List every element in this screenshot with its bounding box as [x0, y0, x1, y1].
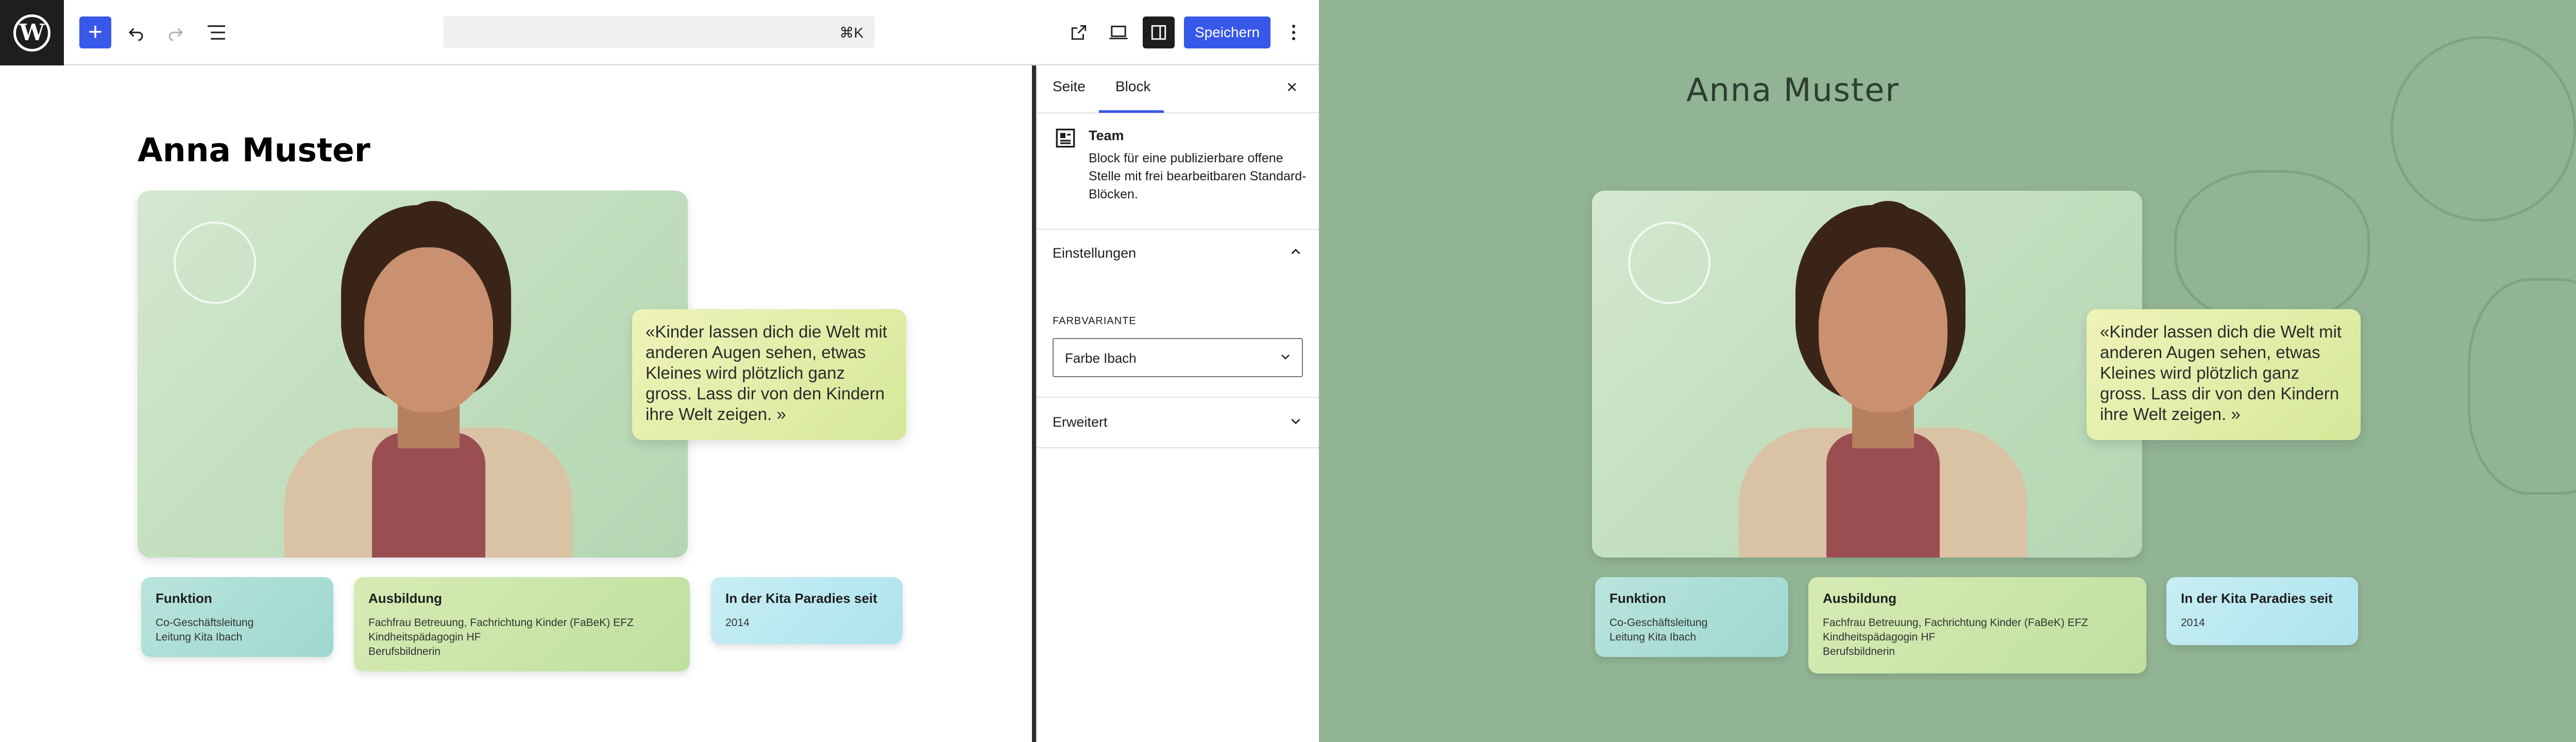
block-title: Team	[1089, 128, 1124, 143]
color-variant-label: FARBVARIANTE	[1053, 315, 1137, 327]
chevron-down-icon[interactable]	[1289, 414, 1302, 428]
quote-bubble[interactable]: «Kinder lassen dich die Welt mit anderen…	[632, 309, 906, 440]
decorative-doodle	[2468, 278, 2576, 495]
education-line: Kindheitspädagogin HF	[1823, 631, 1936, 643]
wordpress-logo-icon: W	[13, 14, 50, 52]
close-sidebar-button[interactable]: ×	[1286, 76, 1297, 98]
function-line: Leitung Kita Ibach	[156, 631, 243, 643]
redo-button[interactable]	[160, 16, 192, 48]
redo-icon	[168, 28, 183, 41]
education-card[interactable]: Ausbildung Fachfrau Betreuung, Fachricht…	[354, 577, 690, 671]
settings-sidebar: Seite Block × Team Block für eine publiz…	[1036, 67, 1320, 742]
external-link-icon	[1071, 25, 1087, 40]
quote-bubble: «Kinder lassen dich die Welt mit anderen…	[2087, 309, 2361, 440]
frontend-preview: Anna Muster «Kinder lassen dich die Welt…	[1319, 0, 2576, 742]
editor-toolbar: W + ⌘K Speichern	[0, 0, 1319, 65]
education-heading: Ausbildung	[1823, 591, 1896, 606]
since-heading: In der Kita Paradies seit	[2181, 591, 2333, 606]
editor: W + ⌘K Speichern Anna Muster «Kinder las…	[0, 0, 1320, 742]
education-line: Fachfrau Betreuung, Fachrichtung Kinder …	[1823, 617, 2088, 629]
preview-device-button[interactable]	[1103, 16, 1134, 48]
chevron-down-icon	[1281, 355, 1290, 360]
education-line: Fachfrau Betreuung, Fachrichtung Kinder …	[368, 617, 634, 629]
wordpress-logo-button[interactable]: W	[0, 0, 64, 65]
team-member-name: Anna Muster	[1686, 71, 1900, 109]
function-heading: Funktion	[1609, 591, 1666, 606]
undo-button[interactable]	[120, 16, 152, 48]
advanced-panel-toggle[interactable]: Erweitert	[1053, 414, 1108, 430]
options-menu-button[interactable]	[1278, 16, 1310, 48]
since-value: 2014	[725, 617, 750, 629]
list-view-icon	[208, 25, 225, 40]
canvas-divider	[1032, 65, 1036, 742]
plus-icon: +	[88, 19, 103, 46]
editor-canvas[interactable]: Anna Muster «Kinder lassen dich die Welt…	[0, 67, 1032, 742]
since-card: In der Kita Paradies seit 2014	[2166, 577, 2358, 645]
close-icon: ×	[1286, 76, 1298, 97]
settings-toggle-button[interactable]	[1143, 16, 1175, 48]
settings-panel-toggle[interactable]: Einstellungen	[1053, 245, 1136, 261]
undo-icon	[128, 28, 143, 41]
function-heading: Funktion	[156, 591, 212, 606]
color-variant-value: Farbe Ibach	[1065, 350, 1137, 366]
color-variant-select[interactable]: Farbe Ibach	[1053, 338, 1303, 377]
block-card: Team Block für eine publizierbare offene…	[1037, 113, 1320, 230]
sidebar-icon	[1151, 25, 1166, 40]
tab-block[interactable]: Block	[1115, 78, 1150, 95]
tab-page[interactable]: Seite	[1053, 78, 1086, 95]
advanced-panel: Erweitert	[1037, 399, 1320, 448]
since-card[interactable]: In der Kita Paradies seit 2014	[711, 577, 903, 644]
education-line: Berufsbildnerin	[1823, 646, 1895, 657]
block-type-icon	[1056, 128, 1075, 148]
function-card: Funktion Co-Geschäftsleitung Leitung Kit…	[1595, 577, 1788, 657]
function-line: Leitung Kita Ibach	[1609, 631, 1697, 643]
team-member-name[interactable]: Anna Muster	[138, 131, 370, 169]
command-palette-button[interactable]: ⌘K	[443, 16, 875, 48]
education-line: Kindheitspädagogin HF	[368, 631, 481, 643]
team-member-photo	[1592, 191, 2142, 558]
save-button[interactable]: Speichern	[1184, 16, 1270, 48]
since-value: 2014	[2181, 617, 2205, 629]
decorative-doodle	[2174, 170, 2370, 325]
more-vertical-icon	[1292, 25, 1295, 40]
active-tab-indicator	[1099, 110, 1164, 113]
education-card: Ausbildung Fachfrau Betreuung, Fachricht…	[1808, 577, 2146, 673]
function-line: Co-Geschäftsleitung	[1609, 617, 1708, 629]
view-page-button[interactable]	[1063, 16, 1095, 48]
since-heading: In der Kita Paradies seit	[725, 591, 877, 606]
education-line: Berufsbildnerin	[368, 646, 441, 657]
chevron-up-icon[interactable]	[1289, 245, 1302, 259]
function-card[interactable]: Funktion Co-Geschäftsleitung Leitung Kit…	[141, 577, 333, 657]
education-heading: Ausbildung	[368, 591, 442, 606]
desktop-icon	[1109, 25, 1128, 40]
block-description: Block für eine publizierbare offene Stel…	[1089, 151, 1307, 201]
add-block-button[interactable]: +	[79, 16, 111, 48]
decorative-doodle	[2391, 36, 2576, 222]
team-member-photo[interactable]	[138, 191, 688, 558]
command-shortcut: ⌘K	[839, 25, 863, 41]
document-overview-button[interactable]	[200, 16, 232, 48]
sidebar-tabs: Seite Block ×	[1037, 67, 1320, 113]
function-line: Co-Geschäftsleitung	[156, 617, 254, 629]
